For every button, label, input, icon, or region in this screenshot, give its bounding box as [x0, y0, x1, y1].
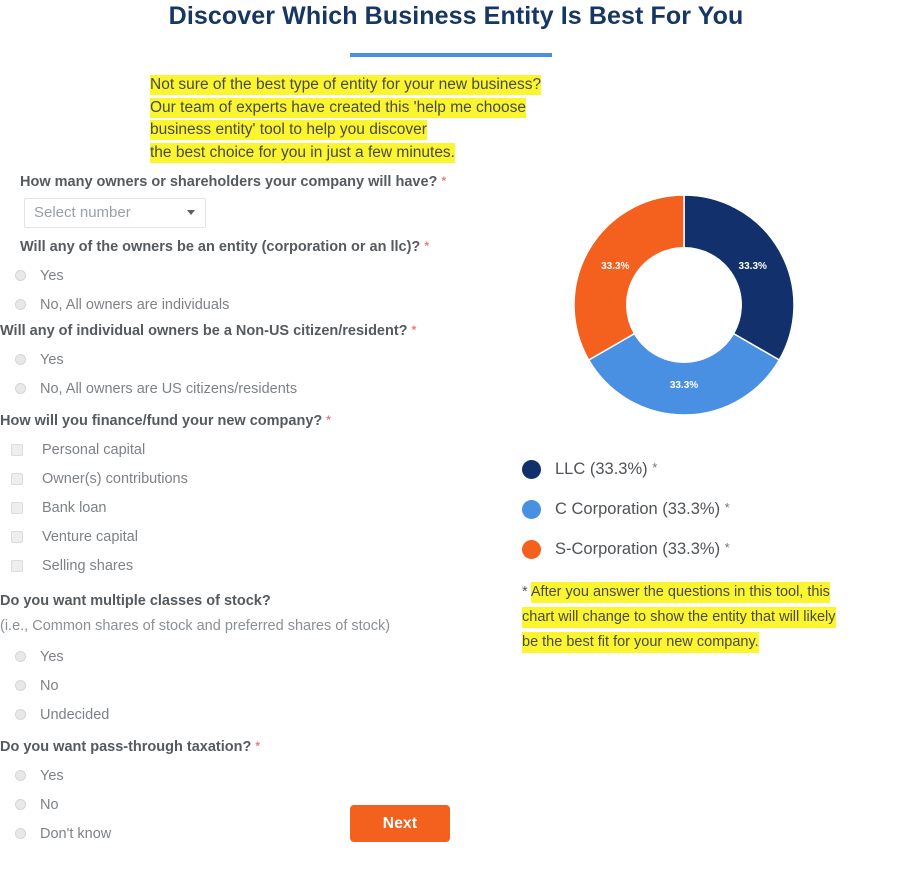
checkbox-icon[interactable]	[11, 501, 23, 514]
checkbox-label: Selling shares	[42, 557, 134, 574]
legend-label: LLC (33.3%) *	[555, 460, 658, 478]
footnote-asterisk: *	[522, 584, 528, 600]
required-asterisk: *	[441, 174, 447, 188]
intro-line-1: Not sure of the best type of entity for …	[150, 75, 542, 95]
radio-label: No	[40, 677, 59, 694]
radio-option-stock-classes-no[interactable]: No	[0, 673, 500, 698]
next-button[interactable]: Next	[350, 805, 450, 842]
footnote-line-1: After you answer the questions in this t…	[530, 582, 830, 603]
legend-label: S-Corporation (33.3%) *	[555, 540, 730, 558]
required-asterisk: *	[424, 239, 429, 253]
required-asterisk: *	[411, 323, 417, 337]
radio-label: No	[40, 796, 59, 813]
entity-donut-chart: 33.3% 33.3% 33.3%	[564, 185, 804, 425]
checkbox-label: Owner(s) contributions	[42, 470, 188, 487]
radio-option-owner-entity-no[interactable]: No, All owners are individuals	[0, 292, 500, 317]
donut-segment-value-label: 33.3%	[739, 261, 767, 272]
radio-option-pass-through-yes[interactable]: Yes	[0, 763, 500, 788]
footnote-line-2: chart will change to show the entity tha…	[522, 607, 836, 628]
radio-icon[interactable]	[15, 680, 26, 691]
checkbox-label: Bank loan	[42, 499, 107, 516]
question-owners-count-label: How many owners or shareholders your com…	[0, 172, 500, 192]
donut-segment-value-label: 33.3%	[670, 380, 698, 391]
radio-label: Don't know	[40, 825, 112, 842]
owners-count-select-value: Select number	[34, 204, 131, 221]
question-non-us-citizen-label: Will any of individual owners be a Non-U…	[0, 321, 500, 341]
radio-label: Yes	[40, 351, 64, 368]
radio-icon[interactable]	[15, 383, 26, 394]
radio-option-owner-entity-yes[interactable]: Yes	[0, 263, 500, 288]
checkbox-option-venture-capital[interactable]: Venture capital	[0, 524, 500, 549]
radio-option-non-us-yes[interactable]: Yes	[0, 347, 500, 372]
question-pass-through-text: Do you want pass-through taxation?	[0, 739, 252, 755]
question-non-us-citizen-text: Will any of individual owners be a Non-U…	[0, 323, 408, 339]
legend-item-c-corporation[interactable]: C Corporation (33.3%) *	[522, 500, 912, 519]
chart-footnote: * After you answer the questions in this…	[522, 580, 910, 655]
checkbox-label: Personal capital	[42, 441, 146, 458]
page-title: Discover Which Business Entity Is Best F…	[168, 2, 744, 30]
radio-label: Yes	[40, 767, 64, 784]
donut-segment[interactable]	[587, 332, 781, 416]
legend-item-s-corporation[interactable]: S-Corporation (33.3%) *	[522, 540, 912, 559]
checkbox-option-personal-capital[interactable]: Personal capital	[0, 437, 500, 462]
intro-line-3: business entity' tool to help you discov…	[150, 120, 427, 140]
radio-icon[interactable]	[15, 354, 26, 365]
checkbox-option-bank-loan[interactable]: Bank loan	[0, 495, 500, 520]
legend-color-swatch	[522, 540, 541, 559]
donut-segment[interactable]	[683, 194, 795, 362]
legend-item-llc[interactable]: LLC (33.3%) *	[522, 460, 912, 479]
radio-icon[interactable]	[15, 270, 26, 281]
chart-legend: LLC (33.3%) * C Corporation (33.3%) * S-…	[522, 460, 912, 559]
radio-option-non-us-no[interactable]: No, All owners are US citizens/residents	[0, 376, 500, 401]
checkbox-icon[interactable]	[11, 530, 23, 543]
radio-icon[interactable]	[15, 299, 26, 310]
radio-label: Undecided	[40, 706, 110, 723]
intro-paragraph: Not sure of the best type of entity for …	[150, 74, 710, 164]
radio-label: No, All owners are individuals	[40, 296, 230, 313]
legend-label: C Corporation (33.3%) *	[555, 500, 730, 518]
footnote-line-3: be the best fit for your new company.	[522, 632, 759, 653]
radio-option-stock-classes-yes[interactable]: Yes	[0, 644, 500, 669]
checkbox-label: Venture capital	[42, 528, 138, 545]
question-pass-through-label: Do you want pass-through taxation? *	[0, 737, 500, 757]
question-owners-count-text: How many owners or shareholders your com…	[20, 174, 438, 190]
question-stock-classes-label: Do you want multiple classes of stock?	[0, 593, 271, 609]
checkbox-icon[interactable]	[11, 443, 23, 456]
intro-line-2: Our team of experts have created this 'h…	[150, 97, 527, 118]
radio-icon[interactable]	[15, 770, 26, 781]
question-owner-entity-text: Will any of the owners be an entity (cor…	[20, 239, 421, 255]
radio-icon[interactable]	[15, 828, 26, 839]
checkbox-icon[interactable]	[11, 472, 23, 485]
required-asterisk: *	[326, 413, 331, 427]
chevron-down-icon	[187, 210, 195, 215]
radio-label: No, All owners are US citizens/residents	[40, 380, 298, 397]
legend-color-swatch	[522, 500, 541, 519]
radio-label: Yes	[40, 648, 64, 665]
radio-icon[interactable]	[15, 709, 26, 720]
owners-count-select[interactable]: Select number	[24, 198, 206, 228]
question-financing-label: How will you finance/fund your new compa…	[0, 411, 500, 431]
donut-chart-svg: 33.3% 33.3% 33.3%	[573, 194, 795, 416]
checkbox-option-selling-shares[interactable]: Selling shares	[0, 553, 500, 578]
radio-option-stock-classes-undecided[interactable]: Undecided	[0, 702, 500, 727]
donut-segment[interactable]	[573, 194, 685, 362]
legend-color-swatch	[522, 460, 541, 479]
question-stock-classes-sublabel: (i.e., Common shares of stock and prefer…	[0, 618, 391, 634]
donut-segment-value-label: 33.3%	[601, 261, 629, 272]
radio-icon[interactable]	[15, 799, 26, 810]
radio-label: Yes	[40, 267, 64, 284]
title-divider	[350, 53, 552, 57]
checkbox-option-owner-contributions[interactable]: Owner(s) contributions	[0, 466, 500, 491]
question-owner-entity-label: Will any of the owners be an entity (cor…	[0, 237, 500, 257]
question-financing-text: How will you finance/fund your new compa…	[0, 413, 323, 429]
required-asterisk: *	[255, 739, 261, 753]
questionnaire-form: How many owners or shareholders your com…	[0, 172, 500, 850]
page-root: Discover Which Business Entity Is Best F…	[0, 0, 912, 873]
radio-icon[interactable]	[15, 651, 26, 662]
intro-line-4: the best choice for you in just a few mi…	[150, 142, 455, 163]
entity-recommendation-panel: 33.3% 33.3% 33.3% LLC (33.3%) * C Corporat…	[500, 185, 912, 655]
checkbox-icon[interactable]	[11, 559, 23, 572]
